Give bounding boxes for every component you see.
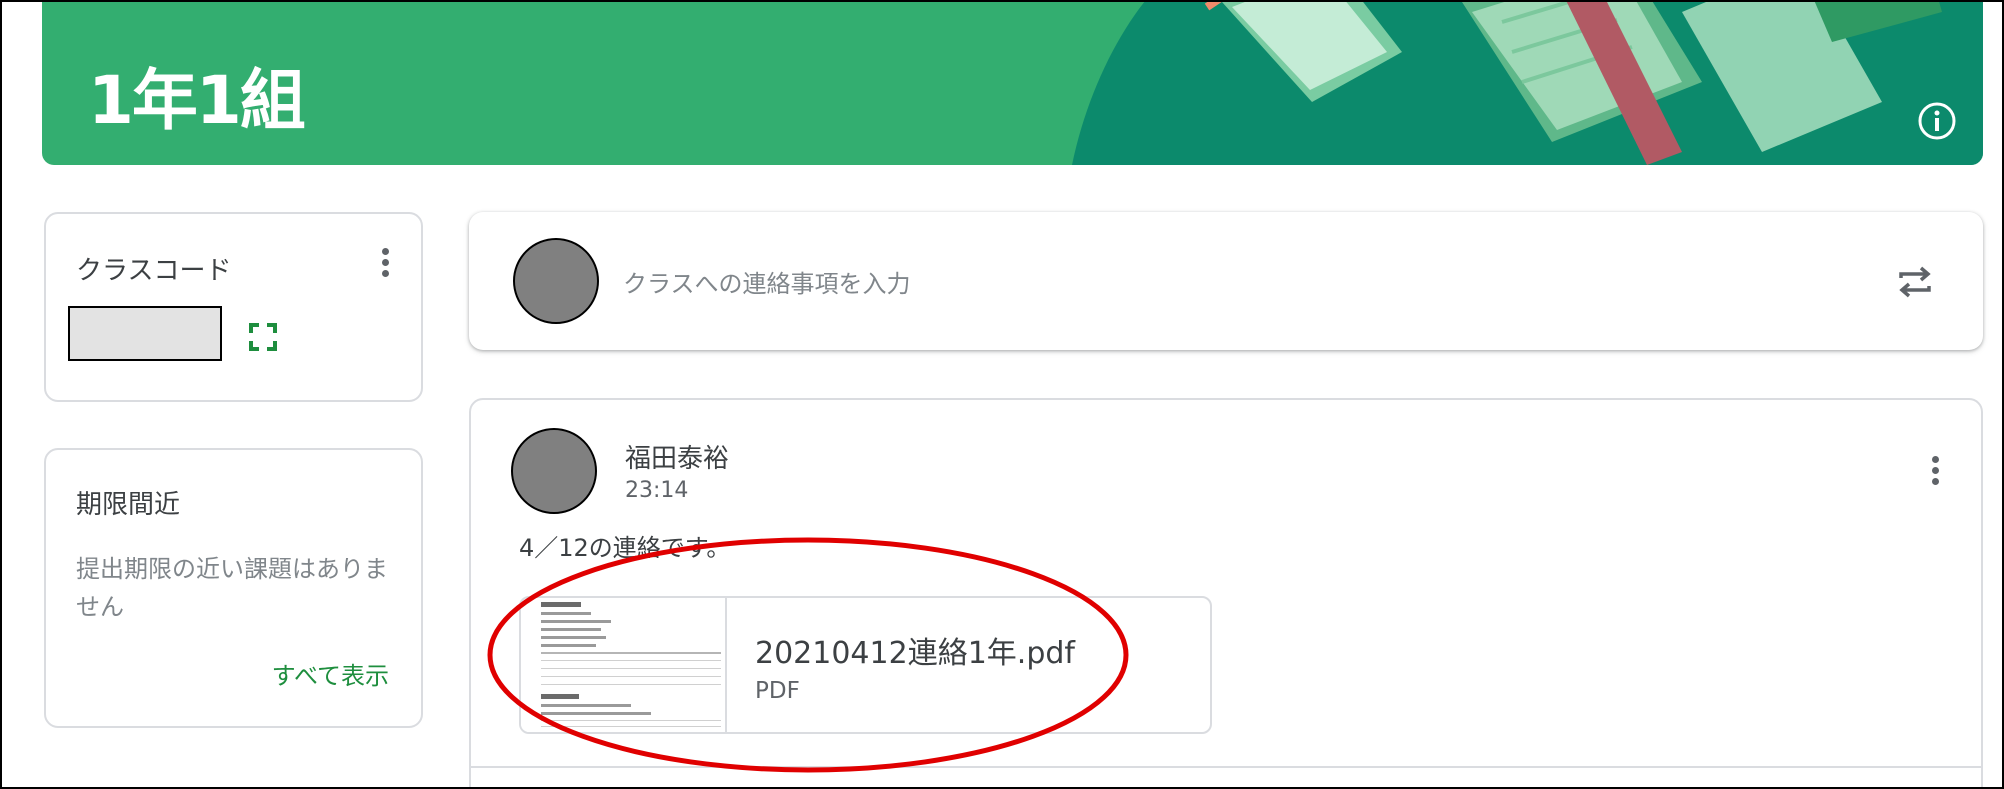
comment-divider [471,766,1981,768]
upcoming-card: 期限間近 提出期限の近い課題はありません すべて表示 [44,448,423,728]
post-time: 23:14 [625,478,689,503]
banner-illustration [1072,2,1983,165]
attachment-file-name: 20210412連絡1年.pdf [755,636,1075,671]
upcoming-title: 期限間近 [76,490,181,520]
class-code-card: クラスコード [44,212,423,402]
repost-icon[interactable] [1893,260,1937,304]
announcement-post: 福田泰裕 23:14 4／12の連絡です。 20210412連絡1年.pdf P… [469,398,1983,787]
author-avatar [511,428,597,514]
upcoming-empty-message: 提出期限の近い課題はありません [76,555,388,621]
more-vert-icon[interactable] [1921,452,1949,496]
view-all-link[interactable]: すべて表示 [272,656,389,691]
attachment-card[interactable]: 20210412連絡1年.pdf PDF [519,596,1212,734]
announcement-composer[interactable]: クラスへの連絡事項を入力 [469,212,1983,350]
class-title: 1年1組 [88,62,306,139]
more-vert-icon[interactable] [371,244,399,288]
pdf-thumbnail [521,598,727,732]
compose-placeholder[interactable]: クラスへの連絡事項を入力 [623,264,911,299]
window-frame: 1年1組 クラスコード 期限間近 提出期限の近い課題はありません すべて表示 ク… [0,0,2004,789]
class-banner: 1年1組 [42,2,1983,165]
author-name: 福田泰裕 [625,444,730,474]
class-code-value [68,306,222,361]
info-icon[interactable] [1917,101,1957,141]
fullscreen-icon[interactable] [248,322,278,352]
attachment-file-type: PDF [755,678,800,704]
class-code-title: クラスコード [76,256,232,286]
post-body: 4／12の連絡です。 [519,534,731,562]
avatar [513,238,599,324]
